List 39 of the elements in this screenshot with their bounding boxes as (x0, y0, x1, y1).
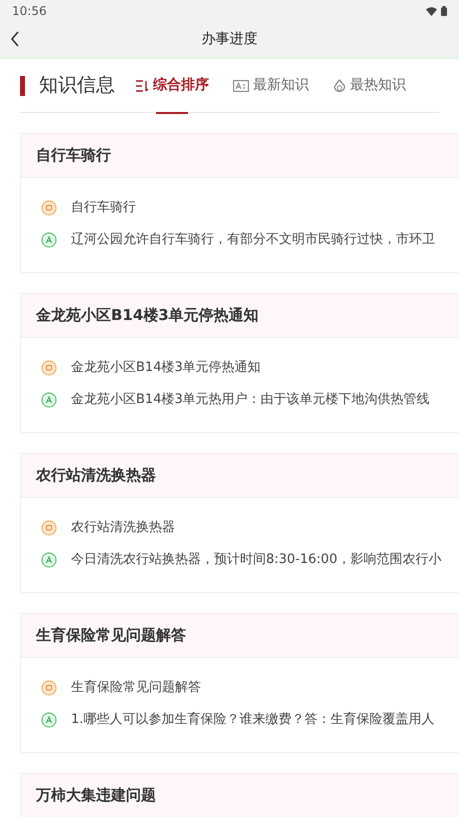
answer-text: 金龙苑小区B14楼3单元热用户：由于该单元楼下地沟供热管线 (71, 391, 430, 410)
text-icon (233, 80, 249, 92)
question-icon (41, 200, 57, 216)
answer-icon (41, 552, 57, 568)
section-marker (20, 76, 25, 96)
answer-text: 1.哪些人可以参加生育保险？谁来缴费？答：生育保险覆盖用人 (71, 710, 434, 730)
knowledge-card[interactable]: 金龙苑小区B14楼3单元停热通知 金龙苑小区B14楼3单元停热通知 金龙苑小区B14楼3单元热用户：由于该单元楼下地沟供热管线 (20, 293, 459, 433)
question-icon (41, 360, 57, 376)
card-title: 金龙苑小区B14楼3单元停热通知 (36, 305, 259, 326)
answer-text: 今日清洗农行站换热器，预计时间8:30-16:00，影响范围农行小 (71, 551, 442, 570)
question-icon (41, 520, 57, 536)
knowledge-card[interactable]: 生育保险常见问题解答 生育保险常见问题解答 1.哪些人可以参加生育保险？谁来缴费？答：生育保险覆盖用人 (20, 613, 459, 753)
wifi-icon (426, 6, 437, 16)
question-text: 生育保险常见问题解答 (71, 678, 201, 698)
flame-icon (333, 78, 346, 92)
sort-icon (135, 80, 149, 92)
question-text: 农行站清洗换热器 (71, 519, 175, 538)
knowledge-card[interactable]: 万柿大集违建问题 (20, 773, 459, 817)
back-icon[interactable] (10, 31, 20, 47)
card-title: 万柿大集违建问题 (36, 785, 156, 806)
section-title: 知识信息 (39, 73, 115, 98)
answer-text: 辽河公园允许自行车骑行，有部分不文明市民骑行过快，市环卫 (71, 231, 435, 250)
sort-tab[interactable]: 最热知识 (333, 58, 406, 112)
sort-tab[interactable]: 综合排序 (135, 58, 209, 112)
knowledge-card[interactable]: 农行站清洗换热器 农行站清洗换热器 今日清洗农行站换热器，预计时间8:30-16:00，影响范围农行小 (20, 453, 459, 593)
question-text: 金龙苑小区B14楼3单元停热通知 (71, 359, 261, 378)
answer-icon (41, 392, 57, 408)
answer-icon (41, 232, 57, 248)
status-time: 10:56 (12, 3, 47, 20)
battery-icon (441, 6, 447, 16)
question-text: 自行车骑行 (71, 199, 136, 218)
knowledge-card[interactable]: 自行车骑行 自行车骑行 辽河公园允许自行车骑行，有部分不文明市民骑行过快，市环卫 (20, 133, 459, 273)
sort-tab[interactable]: 最新知识 (233, 58, 309, 112)
question-icon (41, 680, 57, 696)
card-title: 农行站清洗换热器 (36, 465, 156, 486)
page-title: 办事进度 (202, 30, 258, 49)
card-title: 生育保险常见问题解答 (36, 625, 186, 646)
answer-icon (41, 712, 57, 728)
card-title: 自行车骑行 (36, 145, 111, 166)
